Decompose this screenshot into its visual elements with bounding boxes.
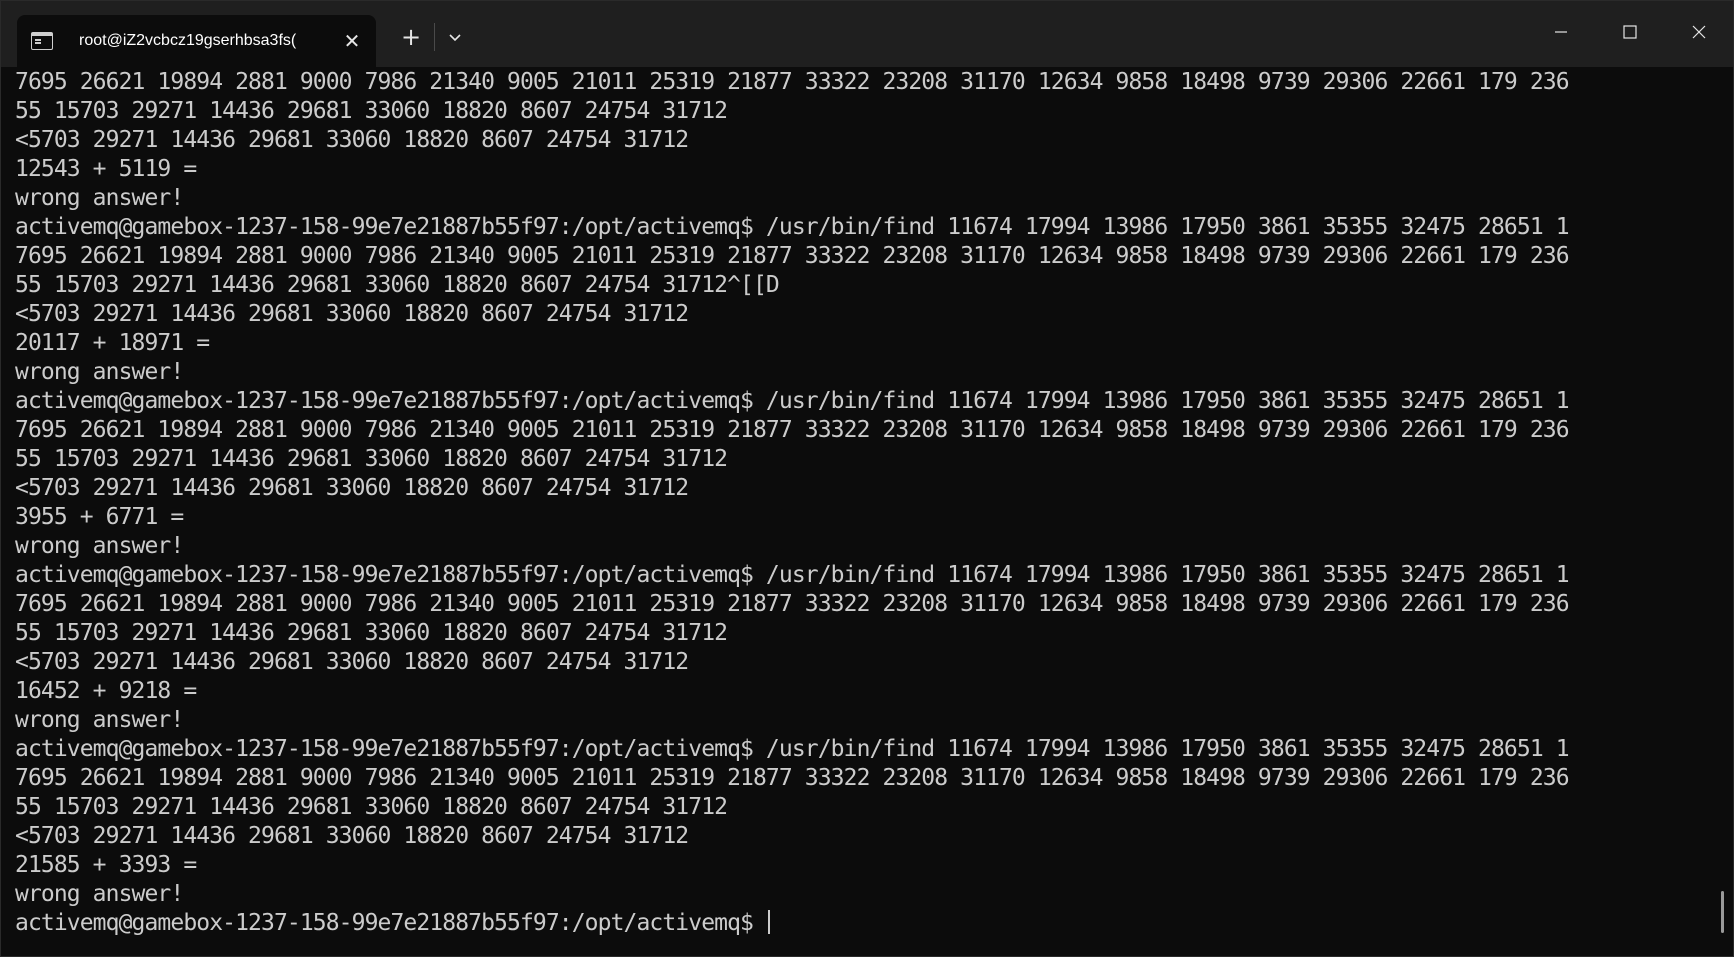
tab-title: root@iZ2vcbcz19gserhbsa3fs( bbox=[79, 32, 297, 49]
terminal-icon bbox=[31, 32, 53, 50]
terminal-line: wrong answer! bbox=[15, 533, 184, 559]
terminal-window: root@iZ2vcbcz19gserhbsa3fs( ✕ + 7695 266… bbox=[0, 0, 1734, 957]
shell-prompt: activemq@gamebox-1237-158-99e7e21887b55f… bbox=[15, 910, 766, 936]
maximize-button[interactable] bbox=[1595, 1, 1664, 63]
terminal-line: <5703 29271 14436 29681 33060 18820 8607… bbox=[15, 301, 689, 327]
terminal-line: <5703 29271 14436 29681 33060 18820 8607… bbox=[15, 127, 689, 153]
terminal-line: activemq@gamebox-1237-158-99e7e21887b55f… bbox=[15, 214, 1570, 240]
minimize-button[interactable] bbox=[1526, 1, 1595, 63]
terminal-line: 55 15703 29271 14436 29681 33060 18820 8… bbox=[15, 272, 780, 298]
text-cursor bbox=[767, 910, 770, 934]
terminal-line: activemq@gamebox-1237-158-99e7e21887b55f… bbox=[15, 562, 1570, 588]
chevron-down-icon bbox=[449, 34, 461, 42]
prompt-line[interactable]: activemq@gamebox-1237-158-99e7e21887b55f… bbox=[15, 909, 1733, 938]
terminal-line: wrong answer! bbox=[15, 707, 184, 733]
terminal-line: wrong answer! bbox=[15, 185, 184, 211]
tab-close-button[interactable]: ✕ bbox=[337, 26, 367, 56]
terminal-line: 55 15703 29271 14436 29681 33060 18820 8… bbox=[15, 620, 728, 646]
terminal-line: 12543 + 5119 = bbox=[15, 156, 197, 182]
close-icon bbox=[1692, 25, 1705, 39]
dropdown-button[interactable] bbox=[437, 21, 473, 53]
terminal-line: 55 15703 29271 14436 29681 33060 18820 8… bbox=[15, 98, 728, 124]
terminal-line: activemq@gamebox-1237-158-99e7e21887b55f… bbox=[15, 388, 1570, 414]
terminal-output[interactable]: 7695 26621 19894 2881 9000 7986 21340 90… bbox=[1, 67, 1733, 956]
terminal-line: <5703 29271 14436 29681 33060 18820 8607… bbox=[15, 475, 689, 501]
terminal-line: 7695 26621 19894 2881 9000 7986 21340 90… bbox=[15, 765, 1570, 791]
scrollbar-thumb[interactable] bbox=[1721, 891, 1724, 933]
terminal-line: 7695 26621 19894 2881 9000 7986 21340 90… bbox=[15, 69, 1570, 95]
terminal-line: <5703 29271 14436 29681 33060 18820 8607… bbox=[15, 823, 689, 849]
minimize-icon bbox=[1554, 31, 1567, 33]
terminal-line: 21585 + 3393 = bbox=[15, 852, 197, 878]
new-tab-button[interactable]: + bbox=[391, 21, 431, 53]
terminal-line: 7695 26621 19894 2881 9000 7986 21340 90… bbox=[15, 243, 1570, 269]
terminal-line: 20117 + 18971 = bbox=[15, 330, 210, 356]
terminal-line: 3955 + 6771 = bbox=[15, 504, 184, 530]
maximize-icon bbox=[1622, 25, 1637, 39]
terminal-line: activemq@gamebox-1237-158-99e7e21887b55f… bbox=[15, 736, 1570, 762]
title-bar: root@iZ2vcbcz19gserhbsa3fs( ✕ + bbox=[1, 1, 1733, 67]
tab-separator bbox=[434, 23, 435, 51]
terminal-line: <5703 29271 14436 29681 33060 18820 8607… bbox=[15, 649, 689, 675]
terminal-line: 7695 26621 19894 2881 9000 7986 21340 90… bbox=[15, 417, 1570, 443]
terminal-line: 7695 26621 19894 2881 9000 7986 21340 90… bbox=[15, 591, 1570, 617]
close-button[interactable] bbox=[1664, 1, 1733, 63]
terminal-line: wrong answer! bbox=[15, 359, 184, 385]
terminal-line: 16452 + 9218 = bbox=[15, 678, 197, 704]
terminal-line: 55 15703 29271 14436 29681 33060 18820 8… bbox=[15, 794, 728, 820]
tab-root-session[interactable]: root@iZ2vcbcz19gserhbsa3fs( ✕ bbox=[17, 15, 376, 67]
terminal-line: wrong answer! bbox=[15, 881, 184, 907]
terminal-line: 55 15703 29271 14436 29681 33060 18820 8… bbox=[15, 446, 728, 472]
